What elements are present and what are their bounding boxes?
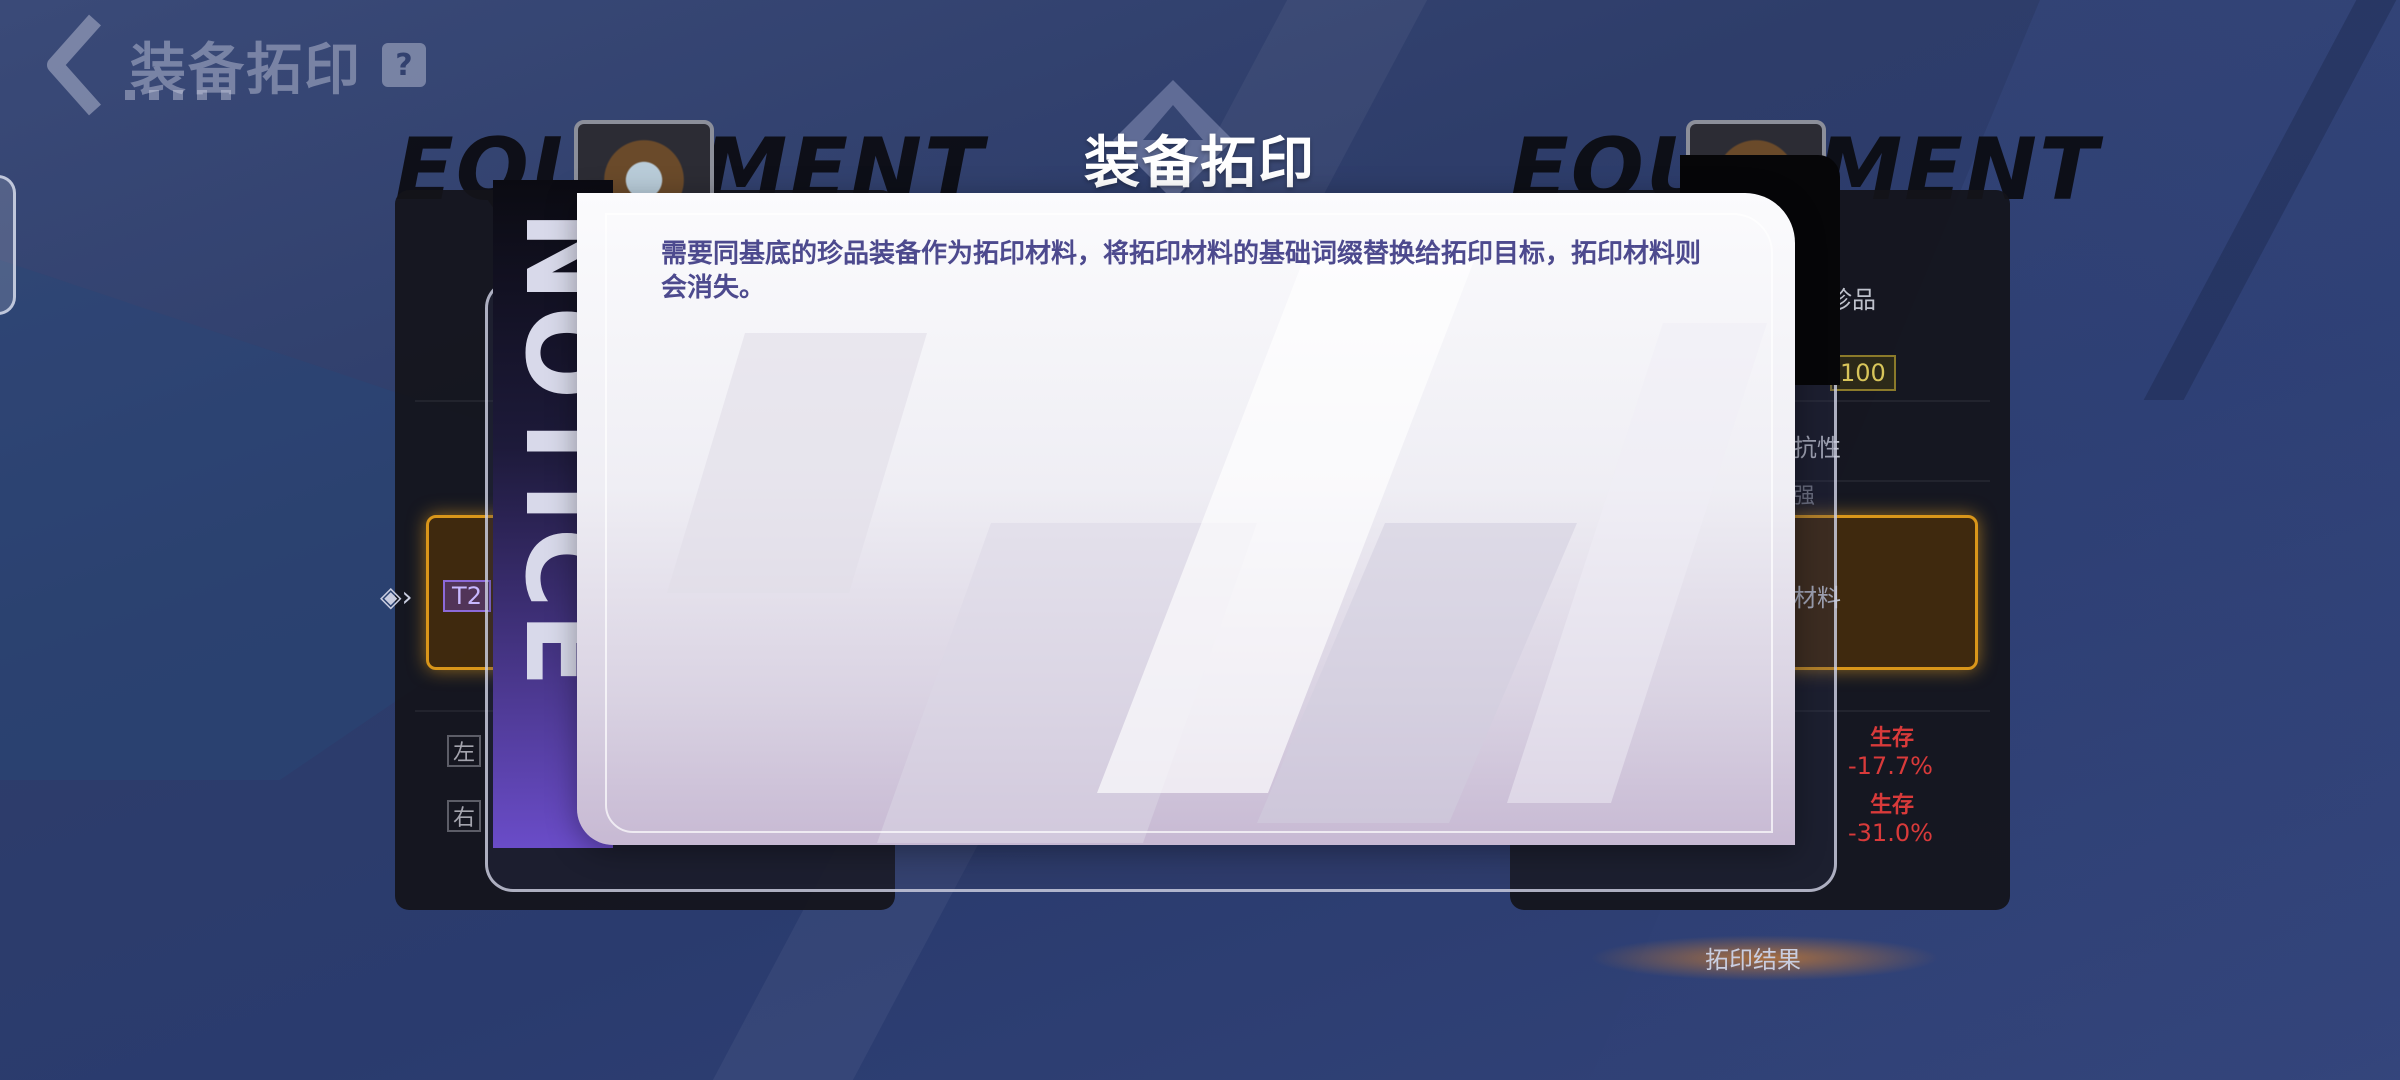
stat-value: -17.7% — [1848, 752, 1933, 780]
selection-arrow-icon: ◈› — [380, 580, 413, 613]
back-button[interactable] — [30, 10, 120, 120]
left-slot-label: 左 — [447, 735, 481, 767]
tier-badge: T2 — [443, 580, 491, 612]
background-stripe — [2143, 0, 2397, 400]
chevron-left-icon — [47, 14, 101, 116]
result-label[interactable]: 拓印结果 — [1705, 940, 1801, 975]
header: 装备拓印 ? — [30, 10, 426, 120]
notice-dialog[interactable]: 需要同基底的珍品装备作为拓印材料，将拓印材料的基础词缀替换给拓印目标，拓印材料则… — [577, 193, 1795, 845]
right-slot-label: 右 — [447, 800, 481, 832]
stat-label: 生存 — [1870, 793, 1915, 818]
dialog-body-text: 需要同基底的珍品装备作为拓印材料，将拓印材料的基础词缀替换给拓印目标，拓印材料则… — [661, 239, 1702, 303]
stat-label: 生存 — [1870, 726, 1915, 751]
help-button[interactable]: ? — [382, 43, 426, 87]
dialog-inner-frame — [605, 213, 1773, 833]
modal-title: 装备拓印 — [1084, 131, 1316, 196]
header-decoration — [125, 90, 231, 100]
stat-value: -31.0% — [1848, 819, 1933, 847]
